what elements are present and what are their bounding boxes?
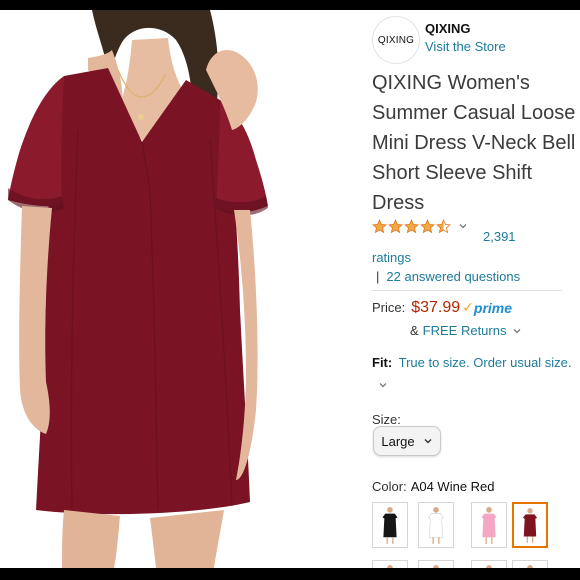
color-swatch[interactable] (418, 560, 454, 568)
size-selected-value: Large (381, 433, 415, 449)
color-swatch[interactable] (372, 502, 408, 548)
star-icon (388, 218, 403, 233)
visit-store-link[interactable]: Visit the Store (425, 39, 506, 54)
rating-count-link[interactable]: 2,391 (483, 229, 516, 244)
prime-label: prime (473, 299, 513, 316)
color-value: A04 Wine Red (410, 479, 495, 494)
free-returns-link[interactable]: FREE Returns (423, 323, 507, 338)
price-row: Price: $37.99 ✓ prime (372, 299, 512, 317)
product-page: QIXING QIXING Visit the Store QIXING Wom… (0, 10, 580, 568)
product-title: QIXING Women's Summer Casual Loose Mini … (372, 72, 576, 214)
rating-stars[interactable] (372, 216, 468, 236)
answered-questions-row: | 22 answered questions (376, 269, 520, 284)
fit-label: Fit: (372, 355, 393, 370)
chevron-down-icon[interactable] (512, 326, 522, 336)
color-swatch[interactable] (512, 560, 548, 568)
chevron-down-icon (424, 439, 432, 444)
fit-info: Fit: True to size. Order usual size. (372, 352, 572, 394)
price-value: $37.99 (411, 299, 461, 316)
store-logo[interactable]: QIXING (372, 16, 420, 64)
price-label: Price: (372, 300, 406, 315)
returns-prefix: & (410, 323, 419, 338)
dress-thumbnail (428, 507, 444, 544)
dress-thumbnail (527, 565, 533, 568)
color-label: Color: (372, 479, 407, 494)
prime-badge: ✓ prime (462, 299, 512, 316)
color-swatch[interactable] (418, 502, 454, 548)
star-icon (404, 218, 419, 233)
color-swatch[interactable] (512, 502, 548, 548)
fit-text-link[interactable]: True to size. Order usual size. (399, 355, 572, 370)
store-logo-text: QIXING (377, 34, 415, 46)
star-icon (372, 218, 387, 233)
answered-questions-link[interactable]: 22 answered questions (386, 269, 520, 284)
dress-thumbnail (387, 565, 393, 568)
color-swatch[interactable] (372, 560, 408, 568)
color-row: Color: A04 Wine Red (372, 479, 495, 494)
color-swatch[interactable] (471, 560, 507, 568)
brand-name: QIXING (425, 21, 471, 36)
separator: | (376, 269, 380, 284)
color-swatch[interactable] (471, 502, 507, 548)
product-info-panel: QIXING QIXING Visit the Store QIXING Wom… (362, 10, 580, 568)
dress-thumbnail (522, 508, 538, 543)
size-dropdown[interactable]: Large (373, 426, 441, 456)
product-image[interactable] (0, 10, 362, 568)
prime-check-icon: ✓ (462, 299, 474, 315)
dress-thumbnail (382, 507, 398, 544)
star-icon (436, 218, 451, 233)
dress-thumbnail (486, 565, 492, 568)
star-icon (420, 218, 435, 233)
chevron-down-icon[interactable] (458, 221, 468, 231)
dress-thumbnail (433, 565, 439, 568)
ratings-label[interactable]: ratings (372, 250, 411, 265)
divider (372, 290, 562, 291)
dress-thumbnail (481, 507, 497, 544)
size-label: Size: (372, 412, 401, 427)
free-returns-row: & FREE Returns (410, 323, 522, 338)
chevron-down-icon[interactable] (378, 380, 388, 390)
